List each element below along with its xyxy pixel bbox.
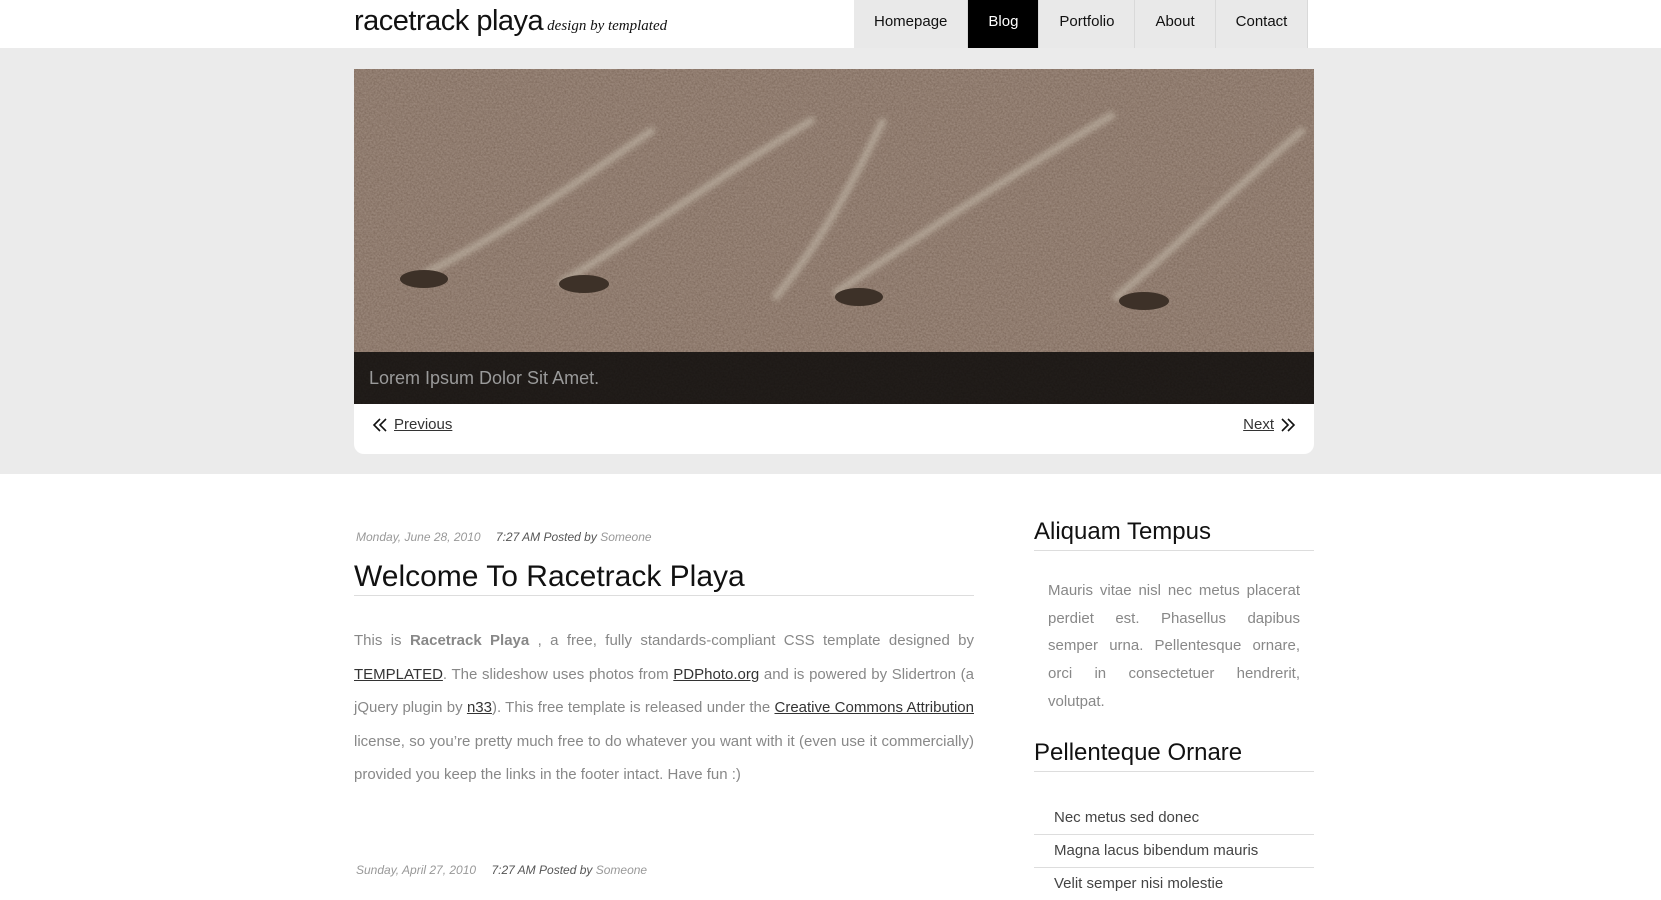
site-tagline: design by templated [547,18,668,34]
sidebar-list-item[interactable]: Velit semper nisi molestie [1034,868,1314,900]
blog-post: Monday, June 28, 2010 7:27 AM Posted by … [354,530,974,792]
double-chevron-right-icon [1281,417,1296,432]
creative-commons-link[interactable]: Creative Commons Attribution [775,699,975,716]
next-slide-link[interactable]: Next [1243,416,1296,433]
templated-link[interactable]: TEMPLATED [354,666,443,683]
post-text: ). This free template is released under … [491,699,771,717]
sidebar-title: Aliquam Tempus [1034,518,1314,551]
post-body: This is Racetrack Playa , a free, fully … [354,624,974,792]
post-author[interactable]: Someone [600,530,651,544]
post-meta: Monday, June 28, 2010 7:27 AM Posted by … [354,530,974,544]
next-label[interactable]: Next [1243,416,1274,433]
post-time: 7:27 AM Posted by [495,530,597,544]
post-text: , a free, fully standards-compliant CSS … [537,632,974,649]
post-text: . The slideshow uses photos from [442,665,669,683]
nav-item-homepage[interactable]: Homepage [854,0,969,48]
slide-caption: Lorem Ipsum Dolor Sit Amet. [354,352,1314,404]
post-title[interactable]: Welcome To Racetrack Playa [354,560,974,596]
post-time: 7:27 AM Posted by [491,863,593,877]
blog-post: Sunday, April 27, 2010 7:27 AM Posted by… [354,863,974,877]
sidebar-title: Pellenteque Ornare [1034,739,1314,772]
sidebar-section-aliquam: Aliquam Tempus Mauris vitae nisl nec met… [1034,518,1314,716]
slider-controls: Previous Next [354,404,1314,454]
post-date: Monday, June 28, 2010 [356,530,481,544]
post-text: This is [354,632,402,649]
nav-item-blog[interactable]: Blog [968,0,1040,48]
site-header: racetrack playa design by templated Homep… [0,0,1661,48]
previous-label[interactable]: Previous [394,416,452,433]
post-site-name: Racetrack Playa [409,632,530,649]
sidebar-list: Nec metus sed donec Magna lacus bibendum… [1034,802,1314,900]
main-nav: Homepage Blog Portfolio About Contact [854,0,1309,48]
site-title[interactable]: racetrack playa [354,5,544,37]
post-meta: Sunday, April 27, 2010 7:27 AM Posted by… [354,863,974,877]
site-logo[interactable]: racetrack playa design by templated [354,5,667,38]
double-chevron-left-icon [372,417,387,432]
sidebar-list-item[interactable]: Nec metus sed donec [1034,802,1314,835]
n33-link[interactable]: n33 [467,699,492,716]
nav-item-portfolio[interactable]: Portfolio [1039,0,1136,48]
post-author[interactable]: Someone [596,863,647,877]
slideshow: Lorem Ipsum Dolor Sit Amet. [354,69,1314,404]
pdphoto-link[interactable]: PDPhoto.org [673,666,759,683]
sidebar-list-item[interactable]: Magna lacus bibendum mauris [1034,835,1314,868]
post-text: license, so you’re pretty much free to d… [354,732,974,784]
sidebar-section-pellenteque: Pellenteque Ornare Nec metus sed donec M… [1034,739,1314,900]
previous-slide-link[interactable]: Previous [372,416,452,433]
slide-caption-text: Lorem Ipsum Dolor Sit Amet. [369,368,600,388]
post-date: Sunday, April 27, 2010 [356,863,477,877]
sidebar-text: Mauris vitae nisl nec metus placerat per… [1048,582,1300,710]
nav-item-about[interactable]: About [1135,0,1216,48]
nav-item-contact[interactable]: Contact [1215,0,1309,48]
